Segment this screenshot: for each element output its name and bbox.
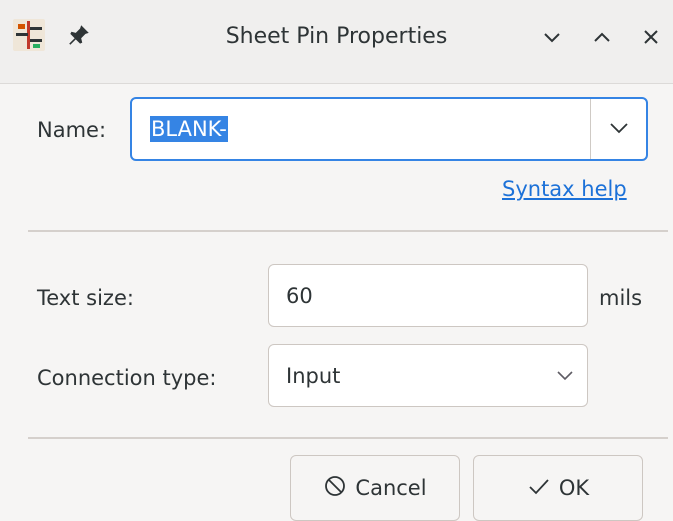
name-value: BLANK- bbox=[150, 116, 228, 142]
cancel-icon bbox=[323, 474, 347, 503]
close-icon[interactable] bbox=[640, 26, 662, 48]
name-combo[interactable]: BLANK- bbox=[130, 97, 648, 161]
cancel-button[interactable]: Cancel bbox=[290, 455, 460, 521]
chevron-down-icon bbox=[607, 115, 631, 143]
ok-button[interactable]: OK bbox=[473, 455, 643, 521]
cancel-label: Cancel bbox=[355, 476, 427, 500]
text-size-input[interactable]: 60 bbox=[268, 264, 588, 327]
window-title: Sheet Pin Properties bbox=[225, 24, 448, 49]
name-label: Name: bbox=[37, 118, 107, 142]
text-size-label: Text size: bbox=[37, 286, 134, 310]
divider bbox=[28, 437, 668, 439]
connection-type-value: Input bbox=[286, 363, 341, 388]
minimize-icon[interactable] bbox=[541, 26, 563, 48]
name-input[interactable]: BLANK- bbox=[132, 99, 588, 159]
name-dropdown-button[interactable] bbox=[591, 99, 646, 159]
maximize-icon[interactable] bbox=[591, 26, 613, 48]
connection-type-label: Connection type: bbox=[37, 366, 217, 390]
text-size-unit: mils bbox=[599, 286, 643, 310]
chevron-down-icon bbox=[553, 363, 577, 387]
text-size-value: 60 bbox=[286, 283, 313, 308]
divider bbox=[28, 230, 668, 232]
connection-type-select[interactable]: Input bbox=[268, 344, 588, 407]
checkmark-icon bbox=[527, 474, 551, 503]
ok-label: OK bbox=[558, 476, 590, 500]
title-bar: Sheet Pin Properties bbox=[0, 0, 673, 84]
syntax-help-link[interactable]: Syntax help bbox=[502, 177, 627, 201]
